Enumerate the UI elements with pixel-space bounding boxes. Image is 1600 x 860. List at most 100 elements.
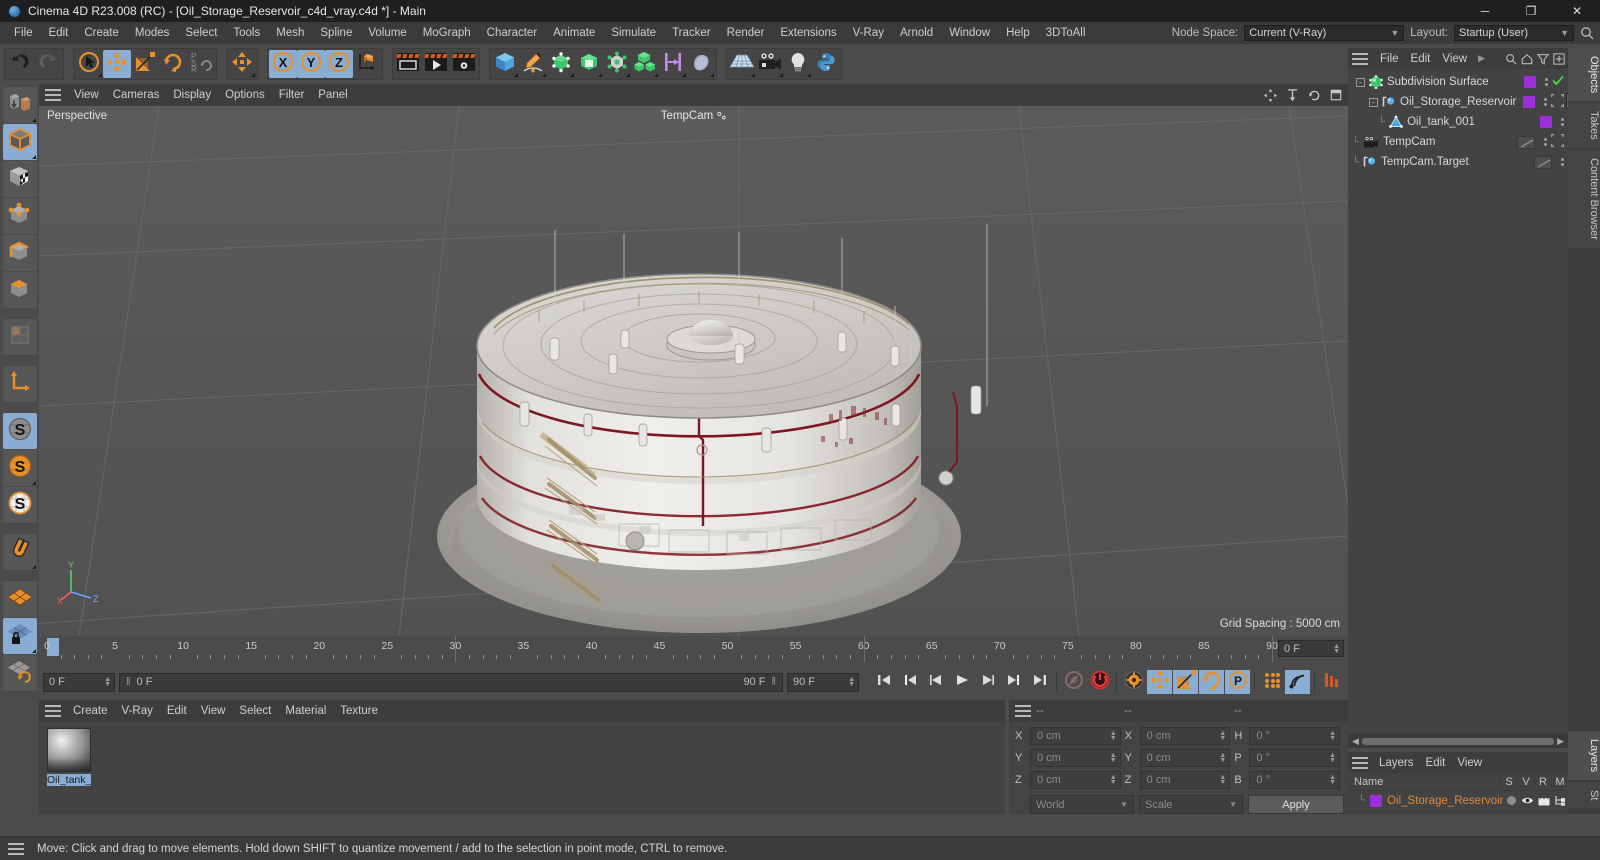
layer-color-swatch[interactable]	[1370, 794, 1383, 807]
world-object-coordinates[interactable]	[353, 50, 381, 78]
coord-input-size-2[interactable]: 0 cm ▲ ▼	[1139, 771, 1231, 789]
go-to-end-button[interactable]	[1027, 670, 1052, 694]
go-to-next-key-button[interactable]	[1001, 670, 1026, 694]
maximize-button[interactable]: ❐	[1508, 0, 1554, 22]
workplane-align-button[interactable]	[2, 655, 37, 691]
dock-tab-takes[interactable]: Takes	[1568, 103, 1600, 149]
menu-item-render[interactable]: Render	[719, 24, 773, 42]
menu-item-animate[interactable]: Animate	[545, 24, 603, 42]
submenu-corner-icon[interactable]	[682, 73, 686, 77]
spinner-icon[interactable]: ▲ ▼	[1110, 774, 1117, 786]
selection-frame-icon[interactable]	[1551, 94, 1564, 110]
add-spline-button[interactable]	[519, 50, 547, 78]
rotate-view-icon[interactable]	[1308, 89, 1321, 102]
viewport-menu-cameras[interactable]: Cameras	[106, 86, 167, 104]
submenu-corner-icon[interactable]	[31, 481, 36, 485]
record-active-objects-button[interactable]	[1061, 670, 1086, 694]
add-generator-button[interactable]	[547, 50, 575, 78]
dock-tab-layers[interactable]: Layers	[1568, 730, 1600, 780]
minimize-button[interactable]: ─	[1462, 0, 1508, 22]
check-icon[interactable]	[1552, 75, 1564, 89]
submenu-corner-icon[interactable]	[31, 649, 36, 653]
workplane-lock-grid-button[interactable]	[2, 618, 37, 654]
layer-manager-toggle[interactable]	[1552, 795, 1568, 806]
position-key-button[interactable]	[1147, 669, 1172, 694]
object-menu-view[interactable]: View	[1436, 51, 1473, 67]
object-layer-empty[interactable]	[1534, 155, 1552, 169]
point-level-animation-button[interactable]	[1259, 670, 1284, 694]
spinner-icon[interactable]: ▲ ▼	[1333, 643, 1340, 655]
menu-overflow-icon[interactable]: ▶	[1478, 53, 1485, 64]
menu-item-v-ray[interactable]: V-Ray	[845, 24, 892, 42]
menu-item-character[interactable]: Character	[479, 24, 546, 42]
spinner-icon[interactable]: ▲ ▼	[1329, 752, 1336, 764]
rotation-key-button[interactable]	[1199, 670, 1224, 694]
submenu-corner-icon[interactable]	[751, 73, 755, 77]
submenu-corner-icon[interactable]	[31, 155, 36, 159]
object-layer-swatch[interactable]	[1524, 76, 1536, 88]
scale-key-button[interactable]	[1173, 669, 1198, 694]
menu-item-volume[interactable]: Volume	[360, 24, 414, 42]
animation-end-field[interactable]: 90 F ▲ ▼	[787, 672, 859, 692]
menu-item-help[interactable]: Help	[998, 24, 1038, 42]
menu-item-spline[interactable]: Spline	[312, 24, 360, 42]
workplane-lock-button[interactable]: S	[2, 487, 37, 523]
coord-input-rotation-1[interactable]: 0 ° ▲ ▼	[1249, 749, 1341, 767]
object-visibility-dots[interactable]	[1544, 138, 1547, 146]
lock-y-axis[interactable]: Y	[297, 50, 325, 78]
layer-row[interactable]: └ Oil_Storage_Reservoir	[1348, 791, 1568, 810]
material-menu-icon[interactable]	[45, 705, 61, 717]
coord-input-rotation-2[interactable]: 0 ° ▲ ▼	[1249, 771, 1341, 789]
add-floor-button[interactable]	[728, 50, 756, 78]
coord-input-size-1[interactable]: 0 cm ▲ ▼	[1139, 749, 1231, 767]
timeline-settings-button[interactable]	[1319, 670, 1344, 694]
texture-mode-button[interactable]	[2, 161, 37, 197]
coord-input-size-0[interactable]: 0 cm ▲ ▼	[1139, 727, 1231, 745]
coord-input-position-2[interactable]: 0 cm ▲ ▼	[1030, 771, 1121, 789]
submenu-corner-icon[interactable]	[598, 73, 602, 77]
object-layer-empty[interactable]	[1517, 135, 1535, 149]
layer-menu-edit[interactable]: Edit	[1420, 755, 1452, 771]
material-item[interactable]: Oil_tank_	[47, 728, 91, 786]
add-effector-button[interactable]	[603, 50, 631, 78]
model-mode-button[interactable]	[2, 124, 37, 160]
object-layer-swatch[interactable]	[1540, 116, 1552, 128]
object-row[interactable]: └ TempCam.Target	[1348, 152, 1568, 172]
menu-item-modes[interactable]: Modes	[127, 24, 178, 42]
render-view-button[interactable]	[394, 50, 422, 78]
add-cube-button[interactable]	[491, 50, 519, 78]
move-tool[interactable]	[103, 50, 131, 78]
scroll-left-icon[interactable]: ◀	[1352, 736, 1359, 747]
workplane-button[interactable]: S	[2, 450, 37, 486]
object-layer-swatch[interactable]	[1523, 96, 1535, 108]
move-view-icon[interactable]	[1264, 88, 1277, 102]
dock-tab-content-browser[interactable]: Content Browser	[1568, 150, 1600, 248]
spinner-icon[interactable]: ▲ ▼	[1219, 730, 1226, 742]
material-menu-material[interactable]: Material	[278, 702, 333, 720]
animation-range-bar[interactable]: ‖ 0 F 90 F ‖	[119, 672, 783, 692]
lock-z-axis[interactable]: Z	[325, 50, 353, 78]
add-camera-button[interactable]	[756, 50, 784, 78]
object-row[interactable]: - Oil_Storage_Reservoir	[1348, 92, 1600, 112]
submenu-corner-icon[interactable]	[626, 73, 630, 77]
zoom-view-icon[interactable]	[1286, 88, 1299, 102]
keyframe-selection-button[interactable]	[1121, 670, 1146, 694]
menu-item-arnold[interactable]: Arnold	[892, 24, 941, 42]
scale-tool[interactable]	[131, 50, 159, 78]
layer-solo-toggle[interactable]	[1503, 796, 1519, 805]
layout-select[interactable]: Startup (User) ▼	[1454, 25, 1574, 41]
workplane-grid-button[interactable]	[2, 581, 37, 617]
lock-x-axis[interactable]: X	[269, 50, 297, 78]
animation-start-field[interactable]: 0 F ▲ ▼	[43, 672, 115, 692]
spinner-icon[interactable]: ▲ ▼	[1110, 752, 1117, 764]
viewport-menu-panel[interactable]: Panel	[311, 86, 354, 104]
script-manager-button[interactable]	[812, 50, 840, 78]
home-icon[interactable]	[1521, 53, 1533, 65]
object-manager-hscrollbar[interactable]: ◀ ▶	[1348, 734, 1568, 748]
spinner-icon[interactable]: ▲ ▼	[1219, 752, 1226, 764]
redo-button[interactable]	[34, 50, 62, 78]
parameter-key-button[interactable]: P	[1225, 670, 1250, 694]
axis-mode-button[interactable]	[2, 366, 37, 402]
timeline-current-frame-field[interactable]: 0 F ▲ ▼	[1278, 640, 1344, 657]
coordinate-system-select[interactable]: World ▼	[1030, 795, 1134, 814]
